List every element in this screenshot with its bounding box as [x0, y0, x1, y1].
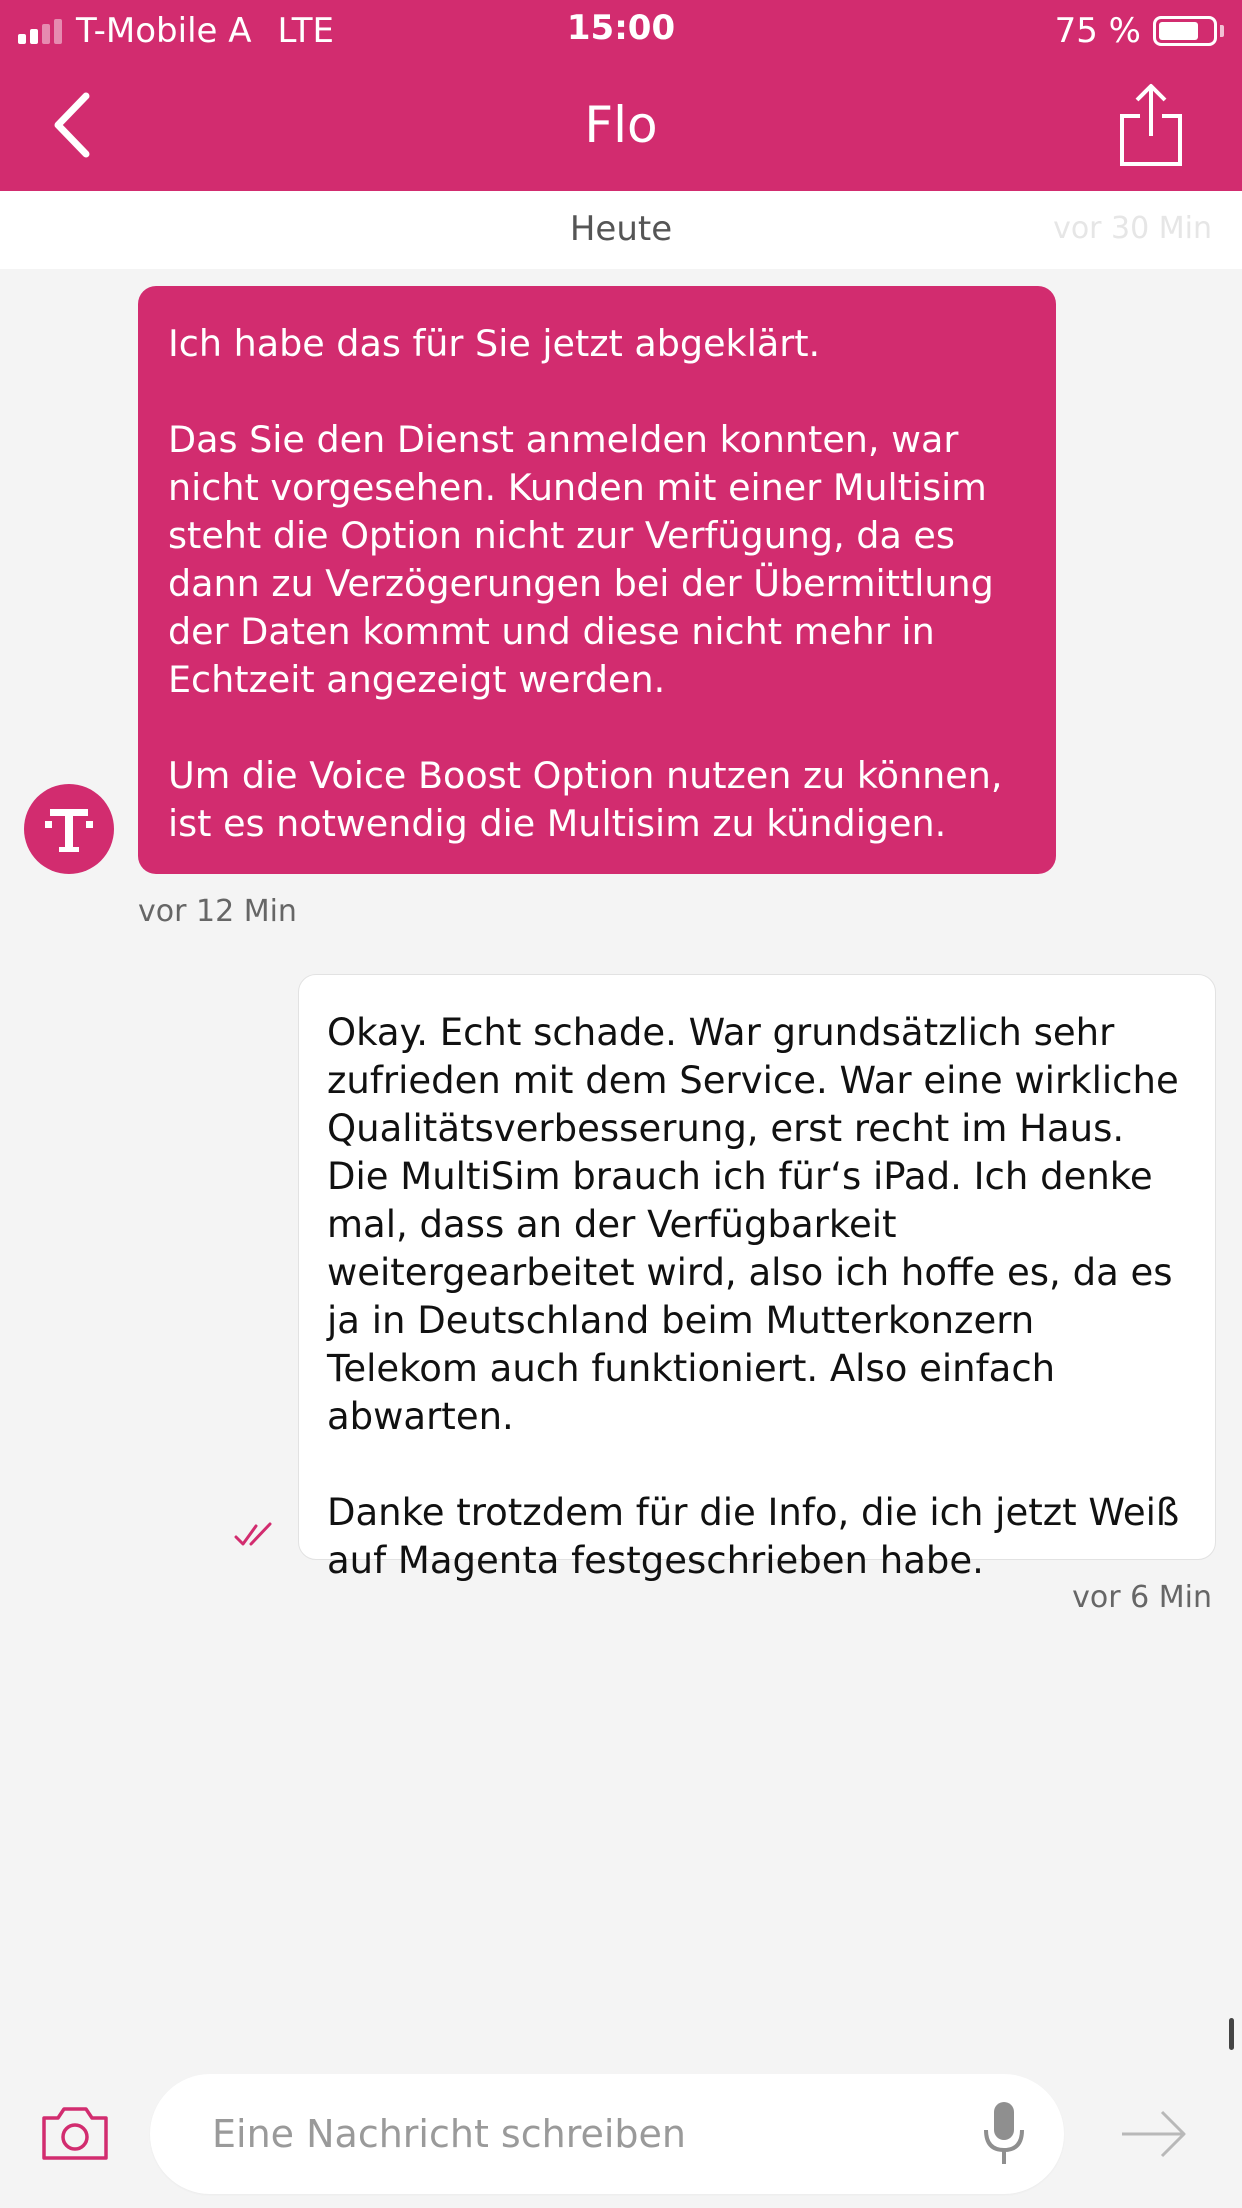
date-separator: Heute vor 30 Min [0, 191, 1242, 269]
battery-percent: 75 % [1054, 11, 1141, 51]
status-bar-right: 75 % [1055, 10, 1224, 52]
message-input[interactable]: Eine Nachricht schreiben [150, 2074, 1064, 2194]
agent-avatar [24, 784, 114, 874]
scrollbar[interactable] [1229, 2018, 1234, 2050]
camera-button[interactable] [40, 2104, 110, 2162]
date-relative-time: vor 30 Min [1053, 211, 1212, 246]
send-button[interactable] [1118, 2108, 1190, 2160]
outgoing-message-bubble: Okay. Echt schade. War grundsätzlich seh… [298, 974, 1216, 1582]
send-arrow-icon [1122, 2110, 1186, 2158]
double-check-icon [234, 1522, 272, 1546]
app-header: T-Mobile A LTE 15:00 75 % Flo [0, 0, 1242, 191]
message-input-placeholder: Eine Nachricht schreiben [212, 2112, 687, 2156]
camera-icon [42, 2107, 108, 2160]
battery-icon [1153, 16, 1217, 46]
share-button[interactable] [1118, 82, 1184, 168]
share-icon [1120, 84, 1182, 166]
microphone-icon [984, 2102, 1024, 2164]
microphone-button[interactable] [980, 2100, 1028, 2168]
incoming-message-bubble: Ich habe das für Sie jetzt abgeklärt. Da… [138, 286, 1056, 874]
outgoing-message-time: vor 6 Min [1072, 1580, 1212, 1615]
telekom-t-logo-icon [45, 809, 93, 852]
incoming-message-time: vor 12 Min [138, 894, 297, 929]
conversation-title: Flo [584, 96, 658, 154]
